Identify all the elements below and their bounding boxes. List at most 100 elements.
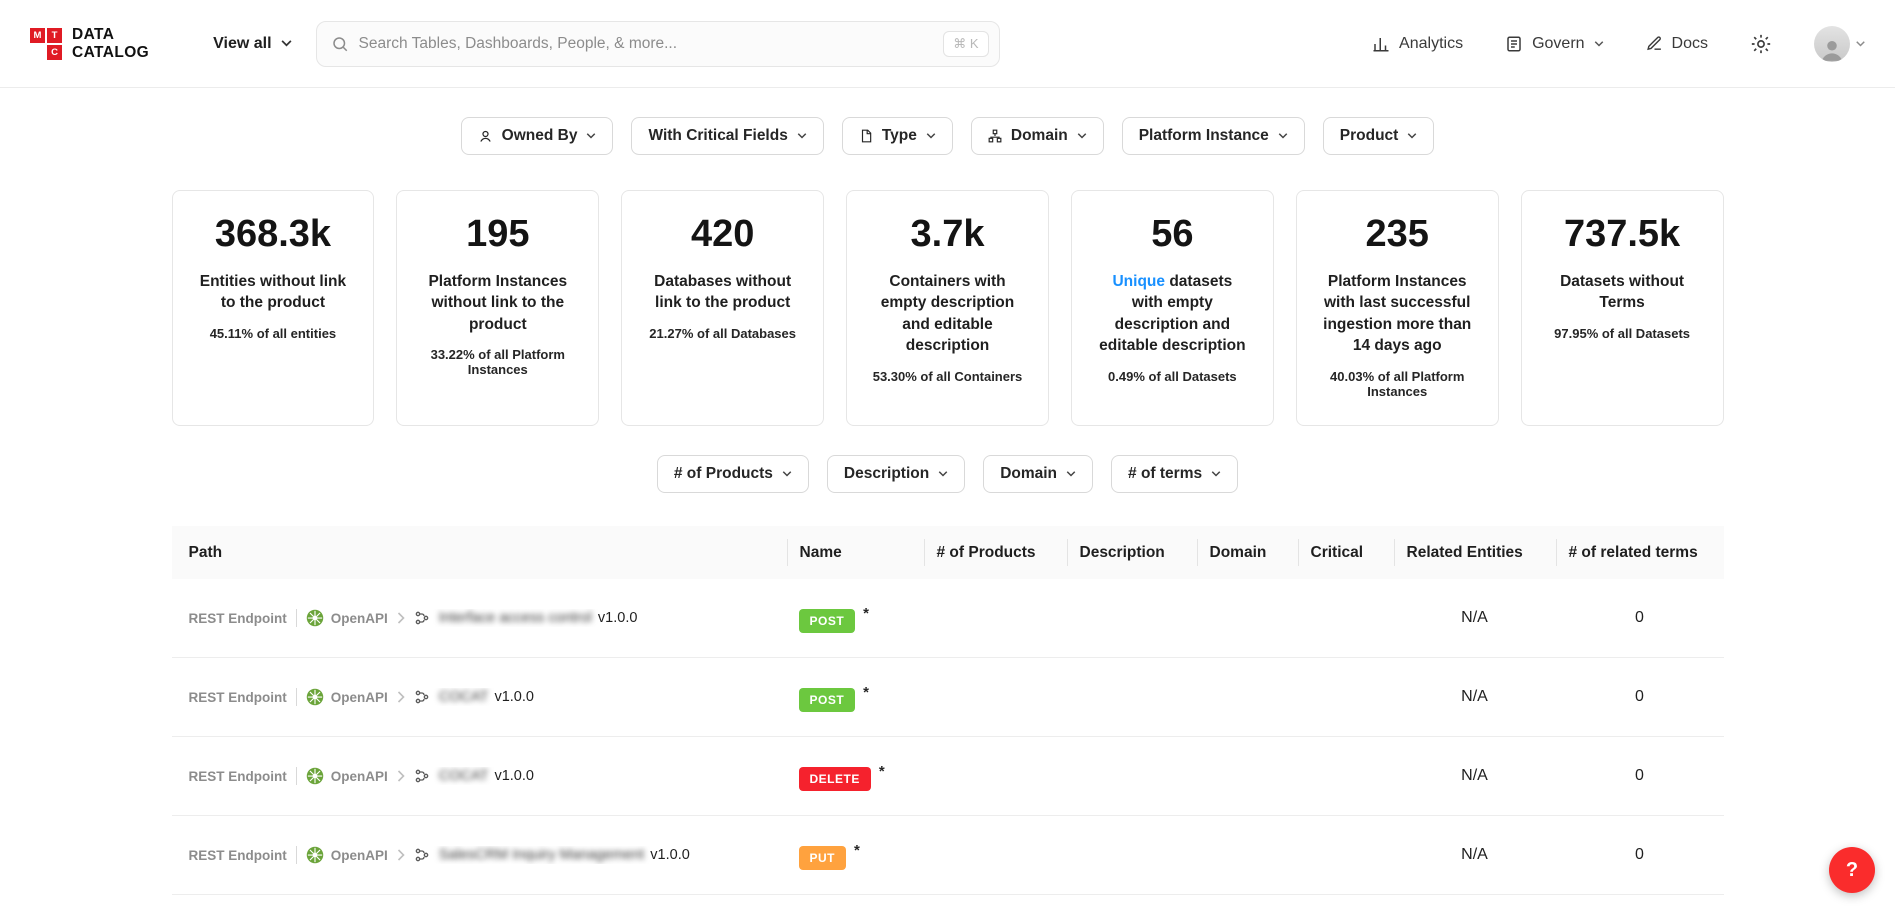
platform[interactable]: OpenAPI	[306, 688, 388, 706]
column-header-name[interactable]: Name	[787, 526, 924, 579]
platform-label: OpenAPI	[331, 611, 388, 626]
column-header-critical[interactable]: Critical	[1298, 526, 1394, 579]
app-title-line1: DATA	[72, 26, 149, 44]
entity-name-redacted: Interface access control	[439, 610, 592, 626]
http-method-badge: POST	[799, 688, 856, 712]
required-marker: *	[854, 842, 860, 859]
filter-description[interactable]: Description	[827, 455, 965, 493]
app-logo[interactable]: M T C DATA CATALOG	[30, 26, 149, 62]
help-button[interactable]: ?	[1829, 847, 1875, 893]
person-icon	[1819, 36, 1845, 62]
settings-button[interactable]	[1750, 33, 1772, 55]
chevron-right-icon	[397, 691, 405, 703]
filter-label: # of terms	[1128, 465, 1202, 483]
platform[interactable]: OpenAPI	[306, 609, 388, 627]
stat-value: 195	[405, 213, 590, 256]
related-entities-value: N/A	[1394, 846, 1556, 864]
platform[interactable]: OpenAPI	[306, 767, 388, 785]
keyboard-shortcut-badge: ⌘ K	[943, 31, 988, 57]
method-cell: DELETE *	[787, 761, 924, 791]
table-row[interactable]: REST Endpoint OpenAPI Interface access c…	[172, 579, 1724, 658]
table-row[interactable]: REST Endpoint OpenAPI SalesCRM Inquiry M…	[172, 816, 1724, 895]
filter-owned-by[interactable]: Owned By	[461, 117, 614, 155]
platform[interactable]: OpenAPI	[306, 846, 388, 864]
entity-name-link[interactable]: COCAT v1.0.0	[439, 768, 534, 784]
filter-num-terms[interactable]: # of terms	[1111, 455, 1238, 493]
filter-with-critical-fields[interactable]: With Critical Fields	[631, 117, 823, 155]
search-bar[interactable]: ⌘ K	[316, 21, 1000, 67]
table-header: Path Name # of Products Description Doma…	[172, 526, 1724, 579]
column-header-related-entities[interactable]: Related Entities	[1394, 526, 1556, 579]
column-header-domain[interactable]: Domain	[1197, 526, 1298, 579]
stat-label: Platform Instances without link to the p…	[405, 271, 590, 335]
app-title: DATA CATALOG	[72, 26, 149, 62]
chevron-down-icon	[1278, 133, 1288, 139]
column-header-description[interactable]: Description	[1067, 526, 1197, 579]
filter-domain[interactable]: Domain	[971, 117, 1104, 155]
table-row[interactable]: REST Endpoint OpenAPI COCAT v1.0.0 POST …	[172, 658, 1724, 737]
filter-label: # of Products	[674, 465, 773, 483]
endpoint-fork-icon	[414, 847, 430, 863]
platform-label: OpenAPI	[331, 690, 388, 705]
stat-sublabel: 0.49% of all Datasets	[1080, 369, 1265, 384]
related-entities-value: N/A	[1394, 767, 1556, 785]
chevron-down-icon	[1077, 133, 1087, 139]
filter-type[interactable]: Type	[842, 117, 953, 155]
chevron-down-icon	[797, 133, 807, 139]
stat-label: Unique datasets with empty description a…	[1080, 271, 1265, 357]
stat-value: 235	[1305, 213, 1490, 256]
path-cell: REST Endpoint OpenAPI Interface access c…	[172, 609, 787, 627]
filter-product[interactable]: Product	[1323, 117, 1435, 155]
filter-num-products[interactable]: # of Products	[657, 455, 809, 493]
related-terms-value: 0	[1556, 767, 1724, 785]
view-all-dropdown[interactable]: View all	[213, 35, 291, 53]
endpoint-fork-icon	[414, 689, 430, 705]
chevron-down-icon	[281, 40, 292, 47]
bar-chart-icon	[1372, 35, 1390, 53]
entities-table: Path Name # of Products Description Doma…	[172, 526, 1724, 895]
search-icon	[331, 35, 349, 53]
stat-sublabel: 21.27% of all Databases	[630, 326, 815, 341]
govern-icon	[1505, 35, 1523, 53]
top-navbar: M T C DATA CATALOG View all ⌘ K Analytic…	[0, 0, 1895, 88]
entity-type-label: REST Endpoint	[189, 848, 287, 863]
unique-link[interactable]: Unique	[1112, 273, 1165, 290]
filter-label: Owned By	[502, 127, 578, 145]
sitemap-icon	[988, 129, 1002, 143]
entity-name-link[interactable]: Interface access control v1.0.0	[439, 610, 638, 626]
entity-name-link[interactable]: COCAT v1.0.0	[439, 689, 534, 705]
entity-version: v1.0.0	[598, 610, 638, 626]
http-method-badge: PUT	[799, 846, 847, 870]
search-input[interactable]	[359, 35, 934, 53]
stat-card-databases-no-product: 420 Databases without link to the produc…	[621, 190, 824, 426]
column-header-related-terms[interactable]: # of related terms	[1556, 526, 1724, 579]
method-cell: POST *	[787, 682, 924, 712]
filter-platform-instance[interactable]: Platform Instance	[1122, 117, 1305, 155]
openapi-icon	[306, 846, 324, 864]
openapi-icon	[306, 688, 324, 706]
chevron-down-icon	[938, 471, 948, 477]
column-header-path[interactable]: Path	[172, 526, 787, 579]
nav-analytics[interactable]: Analytics	[1372, 35, 1463, 53]
nav-govern[interactable]: Govern	[1505, 35, 1603, 53]
stat-label: Platform Instances with last successful …	[1305, 271, 1490, 357]
nav-docs[interactable]: Docs	[1646, 35, 1708, 53]
entity-version: v1.0.0	[494, 768, 534, 784]
chevron-down-icon	[1407, 133, 1417, 139]
path-cell: REST Endpoint OpenAPI COCAT v1.0.0	[172, 688, 787, 706]
logo-square-empty	[30, 45, 45, 60]
file-icon	[859, 129, 873, 143]
filter-label: Platform Instance	[1139, 127, 1269, 145]
column-header-products[interactable]: # of Products	[924, 526, 1067, 579]
stat-value: 3.7k	[855, 213, 1040, 256]
stat-value: 56	[1080, 213, 1265, 256]
chevron-right-icon	[397, 770, 405, 782]
entity-type-label: REST Endpoint	[189, 769, 287, 784]
stat-sublabel: 40.03% of all Platform Instances	[1305, 369, 1490, 399]
table-row[interactable]: REST Endpoint OpenAPI COCAT v1.0.0 DELET…	[172, 737, 1724, 816]
gear-icon	[1750, 33, 1772, 55]
stat-value: 368.3k	[181, 213, 366, 256]
filter-domain-table[interactable]: Domain	[983, 455, 1093, 493]
user-menu[interactable]	[1814, 26, 1865, 62]
entity-name-link[interactable]: SalesCRM Inquiry Management v1.0.0	[439, 847, 690, 863]
